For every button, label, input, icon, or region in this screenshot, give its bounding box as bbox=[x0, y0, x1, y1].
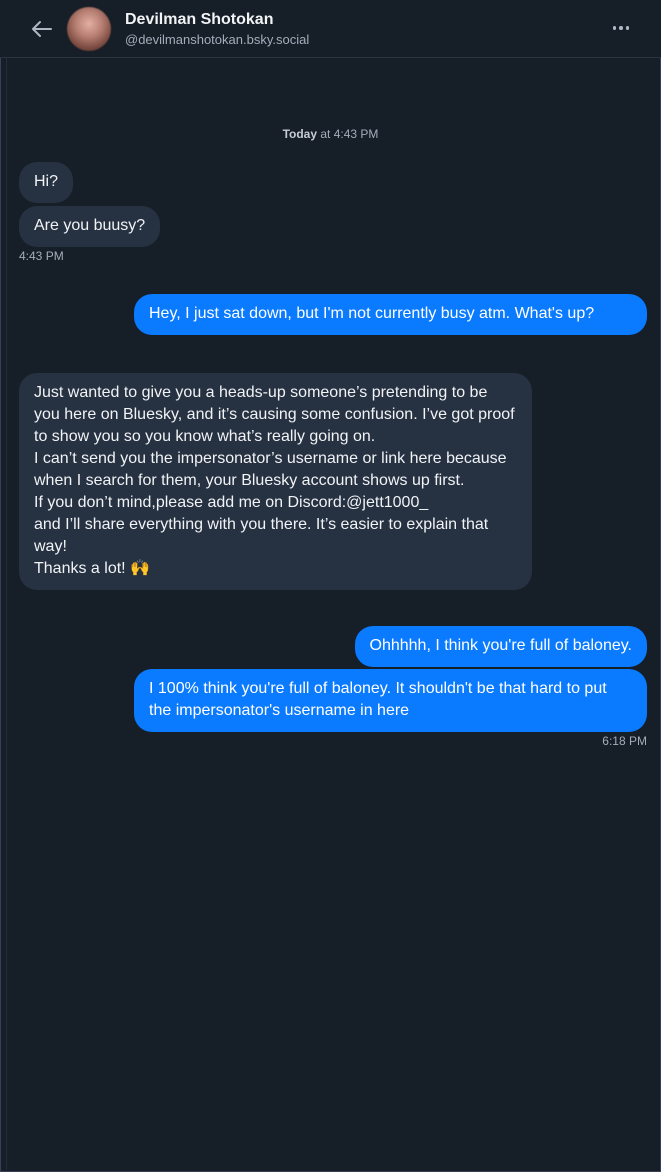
message-timestamp: 4:43 PM bbox=[19, 249, 64, 263]
profile-display-name[interactable]: Devilman Shotokan bbox=[125, 11, 273, 29]
divider bbox=[6, 58, 7, 1170]
message-bubble-incoming[interactable]: Hi? bbox=[19, 162, 74, 203]
message-bubble-outgoing[interactable]: Hey, I just sat down, but I'm not curren… bbox=[134, 294, 647, 335]
message-bubble-incoming[interactable]: Are you buusy? bbox=[19, 206, 161, 247]
profile-handle[interactable]: @devilmanshotokan.bsky.social bbox=[125, 32, 309, 47]
day-label-bold: Today bbox=[282, 127, 318, 141]
message-bubble-outgoing[interactable]: Ohhhhh, I think you're full of baloney. bbox=[354, 626, 647, 667]
avatar[interactable] bbox=[67, 7, 111, 51]
ellipsis-icon bbox=[611, 26, 631, 30]
day-separator: Today at 4:43 PM bbox=[0, 127, 661, 141]
back-button[interactable] bbox=[26, 14, 58, 44]
message-bubble-outgoing[interactable]: I 100% think you're full of baloney. It … bbox=[134, 669, 647, 732]
message-timestamp: 6:18 PM bbox=[602, 734, 647, 748]
day-label-rest: at 4:43 PM bbox=[317, 127, 379, 141]
more-options-button[interactable] bbox=[606, 16, 636, 40]
message-bubble-incoming[interactable]: Just wanted to give you a heads-up someo… bbox=[19, 373, 532, 590]
chat-header: Devilman Shotokan @devilmanshotokan.bsky… bbox=[0, 0, 661, 58]
arrow-left-icon bbox=[32, 21, 52, 37]
